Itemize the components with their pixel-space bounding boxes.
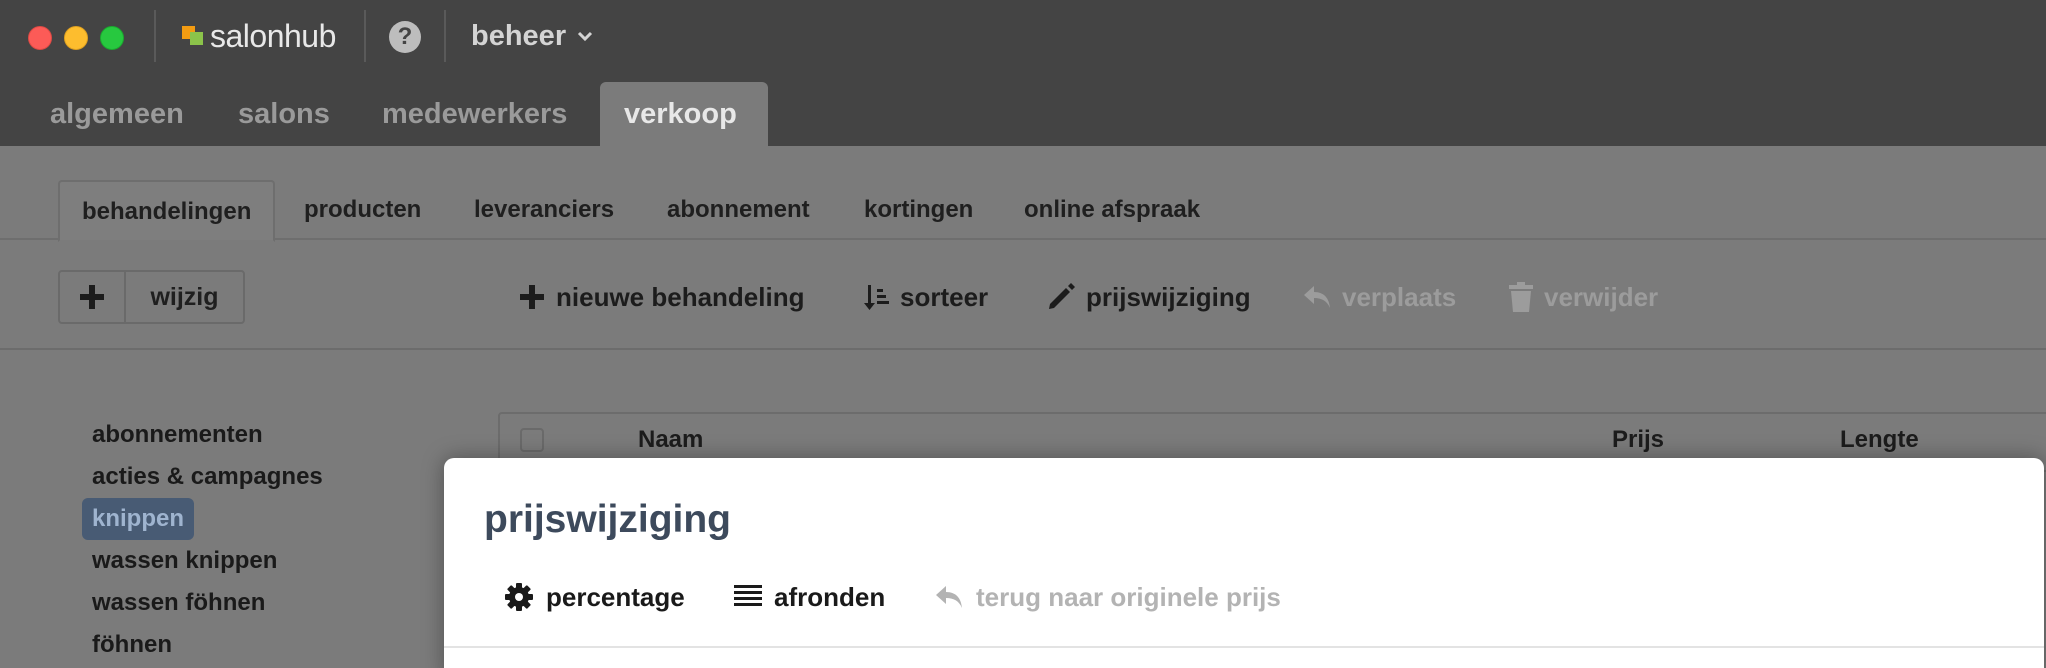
subtab-kortingen[interactable]: kortingen [842, 180, 995, 240]
category-item[interactable]: abonnementen [82, 414, 422, 456]
add-button[interactable] [60, 272, 126, 322]
trash-icon [1509, 282, 1533, 312]
subtab-producten[interactable]: producten [282, 180, 443, 240]
move-label: verplaats [1342, 281, 1457, 312]
app-logo[interactable]: salonhub [182, 16, 336, 56]
reply-arrow-icon [936, 586, 962, 608]
subtab-behandelingen[interactable]: behandelingen [58, 180, 276, 242]
category-item[interactable]: föhnen [82, 624, 422, 666]
round-button[interactable]: afronden [734, 576, 885, 618]
price-change-button[interactable]: prijswijziging [1046, 270, 1251, 324]
divider [154, 10, 156, 62]
category-item[interactable]: acties & campagnes [82, 456, 422, 498]
sort-icon [864, 285, 889, 310]
price-change-dialog: prijswijziging percentage afronden terug… [444, 458, 2044, 668]
gear-icon [505, 583, 533, 611]
plus-icon [80, 285, 104, 309]
delete-button[interactable]: verwijder [1508, 270, 1658, 324]
round-label: afronden [774, 581, 886, 612]
plus-icon [520, 285, 544, 309]
percentage-button[interactable]: percentage [504, 576, 685, 618]
category-item[interactable]: wassen knippen [82, 540, 422, 582]
tab-medewerkers[interactable]: medewerkers [358, 82, 591, 146]
wijzig-button[interactable]: wijzig [126, 272, 243, 322]
sub-tab-bar: behandelingen producten leveranciers abo… [0, 146, 2046, 242]
category-sidebar: abonnementen acties & campagnes knippen … [82, 414, 422, 666]
sort-label: sorteer [900, 281, 989, 312]
dialog-title: prijswijziging [484, 498, 732, 541]
column-header-lengte[interactable]: Lengte [1840, 426, 1919, 454]
app-name: salonhub [210, 17, 336, 54]
subtab-leveranciers[interactable]: leveranciers [452, 180, 636, 240]
tab-verkoop[interactable]: verkoop [600, 82, 768, 146]
percentage-label: percentage [546, 581, 685, 612]
list-icon [734, 585, 762, 606]
pencil-icon [1049, 283, 1075, 309]
revert-price-label: terug naar originele prijs [976, 581, 1281, 612]
window-zoom-button[interactable] [100, 26, 124, 50]
divider [444, 10, 446, 62]
divider [364, 10, 366, 62]
column-header-prijs[interactable]: Prijs [1612, 426, 1664, 454]
toolbar: wijzig nieuwe behandeling sorteer prijsw… [0, 240, 2046, 350]
sort-button[interactable]: sorteer [864, 270, 988, 324]
beheer-label: beheer [471, 19, 567, 52]
revert-price-button[interactable]: terug naar originele prijs [934, 576, 1281, 618]
question-circle-icon[interactable]: ? [389, 21, 421, 53]
title-bar: salonhub ? beheer algemeen salons medewe… [0, 0, 2046, 146]
logo-mark-icon [182, 24, 206, 48]
price-change-label: prijswijziging [1086, 281, 1251, 312]
window-minimize-button[interactable] [64, 26, 88, 50]
chevron-down-icon [578, 31, 593, 42]
move-button[interactable]: verplaats [1302, 270, 1456, 324]
category-item[interactable]: wassen föhnen [82, 582, 422, 624]
new-treatment-button[interactable]: nieuwe behandeling [518, 270, 804, 324]
tab-salons[interactable]: salons [214, 82, 354, 146]
new-treatment-label: nieuwe behandeling [556, 281, 805, 312]
category-item-active[interactable]: knippen [82, 498, 195, 540]
divider [444, 646, 2044, 648]
tab-algemeen[interactable]: algemeen [26, 82, 208, 146]
subtab-online-afspraak[interactable]: online afspraak [1002, 180, 1222, 240]
edit-button-group: wijzig [58, 270, 245, 324]
window-close-button[interactable] [28, 26, 52, 50]
select-all-checkbox[interactable] [520, 428, 544, 452]
reply-arrow-icon [1304, 286, 1330, 308]
beheer-menu[interactable]: beheer [471, 14, 594, 58]
delete-label: verwijder [1544, 281, 1659, 312]
column-header-naam[interactable]: Naam [638, 426, 703, 454]
subtab-abonnement[interactable]: abonnement [645, 180, 832, 240]
